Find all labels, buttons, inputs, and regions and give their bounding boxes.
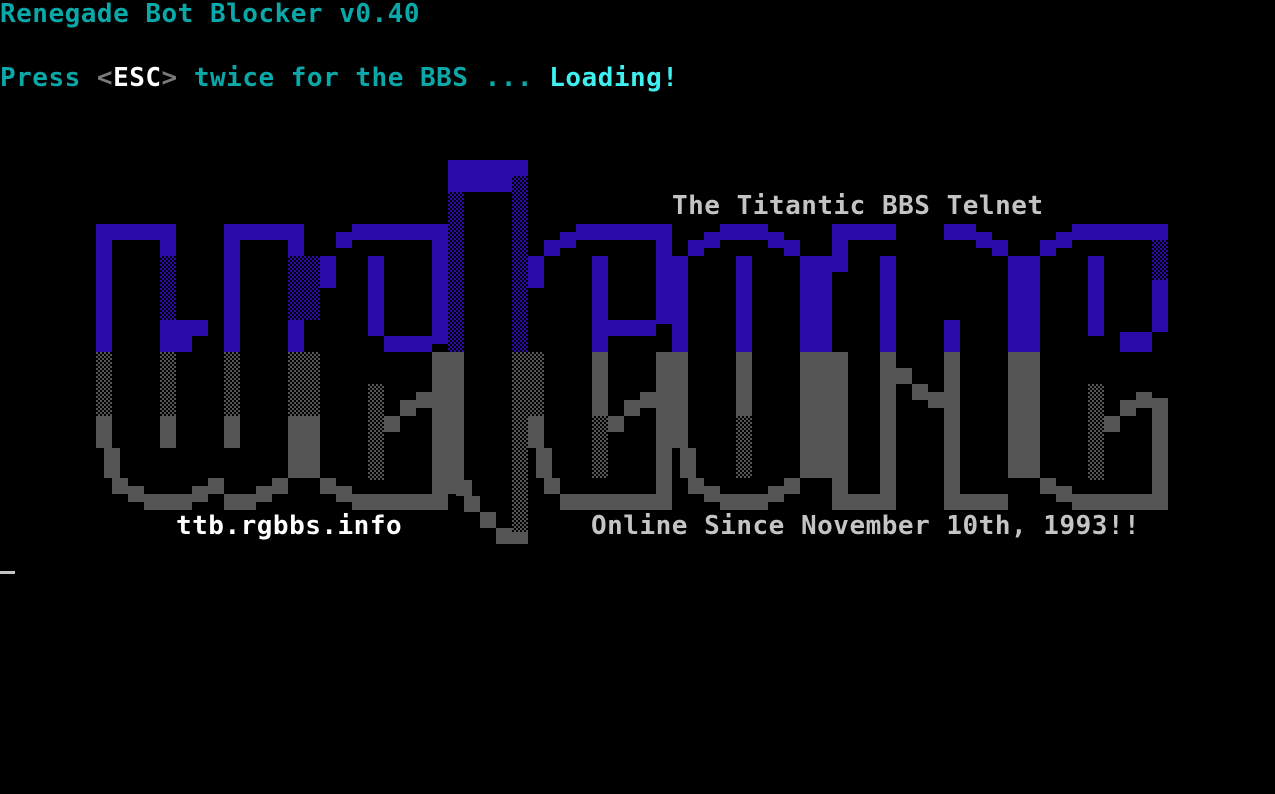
- bbs-tagline: The Titantic BBS Telnet: [672, 191, 1044, 221]
- terminal-cursor: [0, 571, 15, 574]
- bbs-url: ttb.rgbbs.info: [176, 511, 403, 541]
- welcome-logo-art: [96, 160, 1168, 544]
- online-since-text: Online Since November 10th, 1993!!: [591, 511, 1141, 541]
